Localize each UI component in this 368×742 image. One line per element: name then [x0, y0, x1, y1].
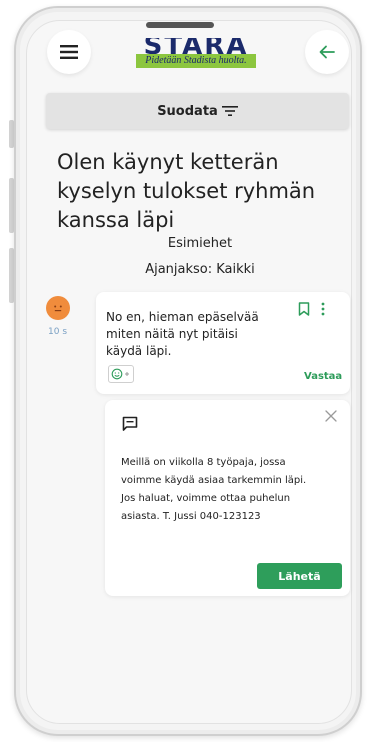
menu-button[interactable] — [47, 30, 91, 74]
chat-icon — [122, 416, 138, 431]
send-button[interactable]: Lähetä — [257, 563, 342, 589]
phone-speaker — [146, 22, 214, 28]
back-button[interactable] — [305, 30, 349, 74]
reply-text[interactable]: Meillä on viikolla 8 työpaja, jossa voim… — [121, 454, 321, 526]
add-reaction-button[interactable] — [108, 365, 134, 383]
sad-face-avatar-icon — [46, 296, 70, 320]
reply-link[interactable]: Vastaa — [304, 371, 342, 382]
message-time: 10 s — [48, 327, 68, 337]
stara-logo: STARA Pidetään Stadista huolta. — [136, 38, 256, 82]
message-text: No en, hieman epäselvää miten näitä nyt … — [106, 310, 259, 358]
logo-tagline: Pidetään Stadista huolta. — [136, 54, 256, 68]
hamburger-icon — [60, 45, 78, 59]
filter-button[interactable]: Suodata — [46, 93, 349, 129]
question-title: Olen käynyt ketterän kyselyn tulokset ry… — [57, 150, 316, 232]
period-label: Ajanjakso: Kaikki — [145, 262, 255, 277]
close-icon[interactable] — [325, 410, 337, 422]
group-label: Esimiehet — [167, 236, 233, 251]
filter-icon — [221, 106, 238, 116]
filter-label: Suodata — [157, 103, 218, 119]
smiley-plus-icon — [111, 368, 129, 380]
arrow-left-icon — [319, 45, 335, 59]
bookmark-icon[interactable] — [298, 302, 310, 316]
more-vertical-icon[interactable] — [320, 302, 326, 316]
logo-letters: STARA — [143, 38, 249, 54]
